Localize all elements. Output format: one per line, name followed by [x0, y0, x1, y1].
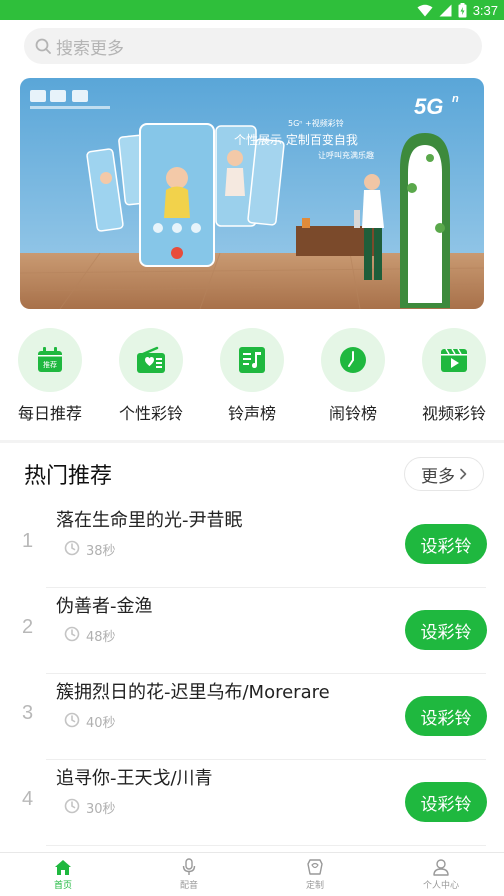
- banner-5g-logo: 5G: [414, 94, 443, 119]
- video-play-icon: [441, 348, 467, 372]
- section-divider: [0, 440, 504, 443]
- microphone-icon: [182, 858, 196, 875]
- customize-icon: [307, 859, 323, 875]
- song-title: 簇拥烈日的花-迟里乌布/Morerare: [56, 682, 330, 703]
- user-icon: [433, 859, 449, 876]
- chevron-right-icon: [460, 468, 467, 480]
- tab-label: 配音: [179, 881, 198, 891]
- bottom-tab-bar: 首页 配音 定制 个人中心: [0, 852, 504, 896]
- battery-icon: [458, 2, 467, 17]
- category-video-ringback[interactable]: 视频彩铃: [404, 328, 504, 424]
- duration-clock-icon: [64, 626, 80, 642]
- song-index: 4: [22, 788, 34, 810]
- banner-subline: 让呼叫充满乐趣: [318, 150, 374, 160]
- calendar-badge-text: 推荐: [43, 360, 57, 369]
- tab-label: 首页: [53, 880, 72, 891]
- category-label: 闹铃榜: [328, 404, 377, 423]
- home-icon: [55, 859, 71, 875]
- category-label: 每日推荐: [17, 404, 82, 423]
- song-title: 追寻你-王天戈/川青: [56, 768, 213, 789]
- song-row[interactable]: 2 伪善者-金渔 48秒 设彩铃: [0, 588, 504, 674]
- song-duration: 30秒: [86, 802, 116, 817]
- song-duration: 40秒: [86, 716, 116, 731]
- duration-clock-icon: [64, 540, 80, 556]
- song-index: 2: [22, 616, 34, 638]
- clock-icon: [340, 347, 366, 373]
- song-index: 3: [22, 702, 34, 724]
- duration-clock-icon: [64, 798, 80, 814]
- set-ringback-button[interactable]: 设彩铃: [405, 782, 487, 822]
- search-bar[interactable]: 搜索更多: [24, 28, 482, 64]
- category-label: 视频彩铃: [421, 404, 486, 423]
- song-title: 伪善者-金渔: [56, 596, 153, 617]
- category-row: 推荐 每日推荐 个性彩铃 铃声榜 闹铃榜 视频彩铃: [0, 328, 504, 424]
- tab-profile[interactable]: 个人中心: [378, 853, 504, 896]
- set-ringback-button[interactable]: 设彩铃: [405, 696, 487, 736]
- song-index: 1: [22, 530, 34, 552]
- song-duration: 38秒: [86, 544, 116, 559]
- radio-heart-icon: [137, 346, 165, 373]
- music-list-icon: [239, 347, 265, 373]
- calendar-icon: 推荐: [38, 347, 62, 372]
- tab-label: 个人中心: [422, 881, 459, 891]
- wifi-icon: [417, 4, 433, 16]
- banner-5g-superscript: n: [452, 93, 459, 105]
- category-daily-recommend[interactable]: 推荐 每日推荐: [0, 328, 100, 424]
- search-placeholder[interactable]: 搜索更多: [56, 34, 124, 59]
- more-button[interactable]: 更多: [404, 457, 484, 491]
- category-label: 个性彩铃: [118, 404, 183, 423]
- song-duration: 48秒: [86, 630, 116, 645]
- tab-customize[interactable]: 定制: [252, 853, 378, 896]
- more-label: 更多: [421, 466, 455, 487]
- set-ringback-button[interactable]: 设彩铃: [405, 524, 487, 564]
- status-time: 3:37: [472, 2, 498, 18]
- category-alarm-chart[interactable]: 闹铃榜: [303, 328, 403, 424]
- set-ringback-button[interactable]: 设彩铃: [405, 610, 487, 650]
- duration-clock-icon: [64, 712, 80, 728]
- tab-dubbing[interactable]: 配音: [126, 853, 252, 896]
- signal-icon: [439, 4, 452, 16]
- promo-banner[interactable]: 5G n 5Gⁿ +视频彩铃 个性展示 定制百变自我 让呼叫充满乐趣: [20, 78, 484, 309]
- search-icon: [35, 38, 51, 54]
- song-row[interactable]: 3 簇拥烈日的花-迟里乌布/Morerare 40秒 设彩铃: [0, 674, 504, 760]
- song-title: 落在生命里的光-尹昔眠: [56, 510, 243, 531]
- status-bar: 3:37: [0, 0, 504, 20]
- row-divider: [46, 845, 486, 846]
- song-row[interactable]: 1 落在生命里的光-尹昔眠 38秒 设彩铃: [0, 502, 504, 588]
- hot-section-title: 热门推荐: [24, 464, 113, 489]
- category-ringtone-chart[interactable]: 铃声榜: [202, 328, 302, 424]
- green-door-illustration: [400, 133, 450, 308]
- category-label: 铃声榜: [227, 404, 276, 423]
- tab-label: 定制: [305, 881, 324, 891]
- banner-headline: 个性展示 定制百变自我: [234, 132, 358, 147]
- tab-home[interactable]: 首页: [0, 853, 126, 896]
- category-personal-ringback[interactable]: 个性彩铃: [101, 328, 201, 424]
- banner-headline-small: 5Gⁿ +视频彩铃: [288, 118, 344, 128]
- song-row[interactable]: 4 追寻你-王天戈/川青 30秒 设彩铃: [0, 760, 504, 846]
